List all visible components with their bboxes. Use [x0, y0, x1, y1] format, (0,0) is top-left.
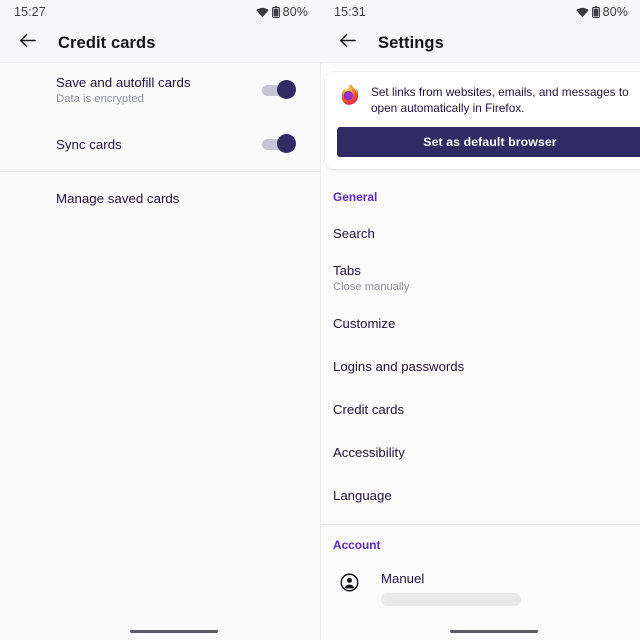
account-row[interactable]: Manuel	[320, 560, 640, 606]
battery-icon	[591, 6, 600, 18]
settings-item-sublabel: Close manually	[333, 281, 410, 293]
battery-percent: 80%	[602, 5, 628, 19]
app-bar-right: Settings	[320, 24, 640, 63]
credit-cards-preference-list: Save and autofill cards Data is encrypte…	[0, 63, 320, 224]
status-time: 15:27	[14, 5, 46, 19]
left-screen-credit-cards: 15:27 80% Credit cards Save and autofill…	[0, 0, 320, 640]
toggle-thumb	[277, 80, 296, 99]
set-default-browser-card: Set links from websites, emails, and mes…	[325, 72, 640, 169]
settings-item-label: Logins and passwords	[333, 359, 465, 374]
dual-screenshot-composite: 15:27 80% Credit cards Save and autofill…	[0, 0, 640, 640]
page-title-settings: Settings	[378, 33, 444, 52]
status-bar-right: 15:31 80%	[320, 0, 640, 24]
home-gesture-bar-left[interactable]	[130, 630, 218, 633]
pref-row-save-and-autofill-cards[interactable]: Save and autofill cards Data is encrypte…	[0, 63, 320, 117]
right-screen-settings: 15:31 80% Settings Set links from websit…	[320, 0, 640, 640]
toggle-thumb	[277, 134, 296, 153]
status-time: 15:31	[334, 5, 366, 19]
settings-item-label: Customize	[333, 316, 396, 331]
card-message-row: Set links from websites, emails, and mes…	[337, 83, 640, 116]
pref-text-block: Sync cards	[56, 136, 262, 153]
toggle-save-and-autofill-cards[interactable]	[262, 79, 296, 101]
settings-item-tabs[interactable]: Tabs Close manually	[320, 255, 640, 302]
default-browser-message: Set links from websites, emails, and mes…	[371, 85, 629, 115]
settings-item-label: Accessibility	[333, 445, 405, 460]
status-indicators: 80%	[576, 5, 628, 19]
settings-item-label: Tabs	[333, 263, 361, 278]
app-bar-left: Credit cards	[0, 24, 320, 63]
status-bar-left: 15:27 80%	[0, 0, 320, 24]
toggle-sync-cards[interactable]	[262, 133, 296, 155]
battery-icon	[271, 6, 280, 18]
arrow-left-icon	[337, 30, 358, 56]
page-title-credit-cards: Credit cards	[58, 33, 156, 52]
settings-item-language[interactable]: Language	[320, 474, 640, 517]
arrow-left-icon	[17, 30, 38, 56]
battery-percent: 80%	[282, 5, 308, 19]
account-name: Manuel	[381, 571, 425, 586]
wifi-icon	[256, 7, 269, 18]
account-circle-icon	[340, 573, 359, 597]
wifi-icon	[576, 7, 589, 18]
account-text-block: Manuel	[381, 570, 521, 606]
section-header-general: General	[333, 190, 378, 204]
settings-item-logins-and-passwords[interactable]: Logins and passwords	[320, 345, 640, 388]
settings-item-credit-cards[interactable]: Credit cards	[320, 388, 640, 431]
pref-subtitle-save-and-autofill-cards: Data is encrypted	[56, 92, 144, 105]
settings-item-label: Search	[333, 226, 375, 241]
pref-title-sync-cards: Sync cards	[56, 136, 122, 152]
status-indicators: 80%	[256, 5, 308, 19]
firefox-logo-icon	[337, 83, 360, 107]
back-button-settings[interactable]	[332, 28, 362, 58]
pref-row-sync-cards[interactable]: Sync cards	[0, 117, 320, 171]
back-button-credit-cards[interactable]	[12, 28, 42, 58]
account-email-placeholder	[381, 593, 521, 606]
set-as-default-browser-button[interactable]: Set as default browser	[337, 127, 640, 157]
pref-text-block: Save and autofill cards Data is encrypte…	[56, 74, 262, 107]
link-label-manage-saved-cards: Manage saved cards	[56, 190, 180, 206]
pref-title-save-and-autofill-cards: Save and autofill cards	[56, 74, 191, 90]
settings-item-label: Language	[333, 488, 392, 503]
link-manage-saved-cards[interactable]: Manage saved cards	[0, 172, 320, 224]
section-header-account: Account	[333, 538, 381, 552]
settings-item-customize[interactable]: Customize	[320, 302, 640, 345]
settings-item-search[interactable]: Search	[320, 212, 640, 255]
divider	[320, 524, 640, 525]
settings-item-label: Credit cards	[333, 402, 405, 417]
settings-item-accessibility[interactable]: Accessibility	[320, 431, 640, 474]
home-gesture-bar-right[interactable]	[450, 630, 538, 633]
